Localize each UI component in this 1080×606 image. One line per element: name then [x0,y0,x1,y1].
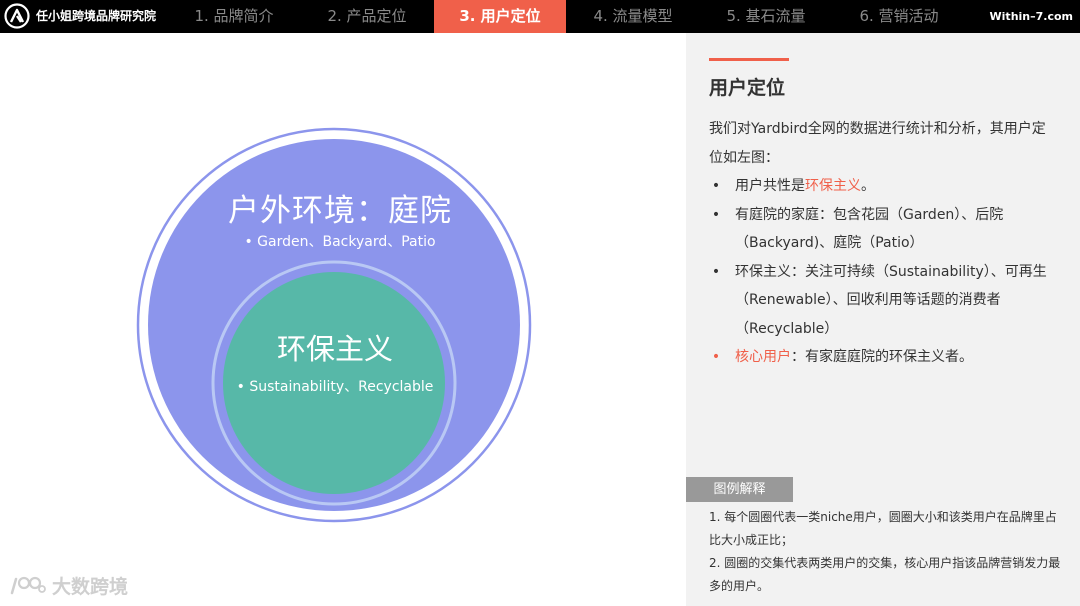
description-panel: 用户定位 我们对Yardbird全网的数据进行统计和分析，其用户定位如左图： •… [686,33,1080,606]
user-circle-diagram: 户外环境：庭院 • Garden、Backyard、Patio 环保主义 • S… [0,33,686,606]
positioning-bullets: • 用户共性是环保主义。 • 有庭院的家庭：包含花园（Garden）、后院（Ba… [709,172,1064,372]
title-accent-line [709,58,789,61]
outer-circle-subtitle: • Garden、Backyard、Patio [244,234,436,250]
inner-circle-subtitle: • Sustainability、Recyclable [236,379,434,395]
legend-description: 1. 每个圆圈代表一类niche用户，圆圈大小和该类用户在品牌里占比大小成正比；… [709,506,1061,598]
list-item: • 有庭院的家庭：包含花园（Garden）、后院（Backyard)、庭院（Pa… [709,201,1064,258]
site-url[interactable]: Within–7.com [990,0,1073,33]
bullet-highlight: 核心用户 [735,349,791,365]
list-item: • 用户共性是环保主义。 [709,172,1064,201]
tab-base-traffic[interactable]: 5. 基石流量 [700,0,832,33]
inner-circle-title: 环保主义 [276,332,393,366]
top-nav-bar: 任小姐跨境品牌研究院 1. 品牌简介 2. 产品定位 3. 用户定位 4. 流量… [0,0,1080,33]
bullet-text: 。 [861,178,875,194]
watermark: 大数跨境 [8,572,128,598]
watermark-text: 大数跨境 [52,575,129,598]
bullet-dot: • [711,178,721,194]
list-item: • 环保主义：关注可持续（Sustainability）、可再生（Renewab… [709,258,1064,344]
tab-user-positioning[interactable]: 3. 用户定位 [434,0,566,33]
legend-item: 1. 每个圆圈代表一类niche用户，圆圈大小和该类用户在品牌里占比大小成正比； [709,510,1057,547]
tab-product-positioning[interactable]: 2. 产品定位 [301,0,433,33]
list-item: • 核心用户：有家庭庭院的环保主义者。 [709,343,1064,372]
bullet-dot: • [711,349,721,365]
legend-label: 图例解释 [686,477,793,502]
brand-logo-icon [4,3,30,29]
circle-diagram-svg [136,127,532,523]
bullet-text: 用户共性是 [735,178,805,194]
tab-brand-intro[interactable]: 1. 品牌简介 [168,0,300,33]
bullet-text: 环保主义：关注可持续（Sustainability）、可再生（Renewable… [735,263,1047,337]
bullet-highlight: 环保主义 [805,178,861,194]
panel-title: 用户定位 [709,77,786,99]
tab-marketing-activities[interactable]: 6. 营销活动 [833,0,965,33]
watermark-logo-icon [10,576,46,595]
legend-item: 2. 圆圈的交集代表两类用户的交集，核心用户指该品牌营销发力最多的用户。 [709,556,1061,593]
inner-circle-subtitle-text: Sustainability、Recyclable [249,379,434,395]
bullet-text: 有庭院的家庭：包含花园（Garden）、后院（Backyard)、庭院（Pati… [735,206,1004,252]
bullet-dot: • [711,206,721,223]
tab-traffic-model[interactable]: 4. 流量模型 [567,0,699,33]
bullet-dot: • [711,263,721,280]
panel-intro: 我们对Yardbird全网的数据进行统计和分析，其用户定位如左图： [709,121,1046,166]
brand-name: 任小姐跨境品牌研究院 [36,9,157,23]
outer-circle-title: 户外环境：庭院 [228,193,452,229]
bullet-text: ：有家庭庭院的环保主义者。 [791,349,973,365]
outer-circle-subtitle-text: Garden、Backyard、Patio [257,234,436,250]
